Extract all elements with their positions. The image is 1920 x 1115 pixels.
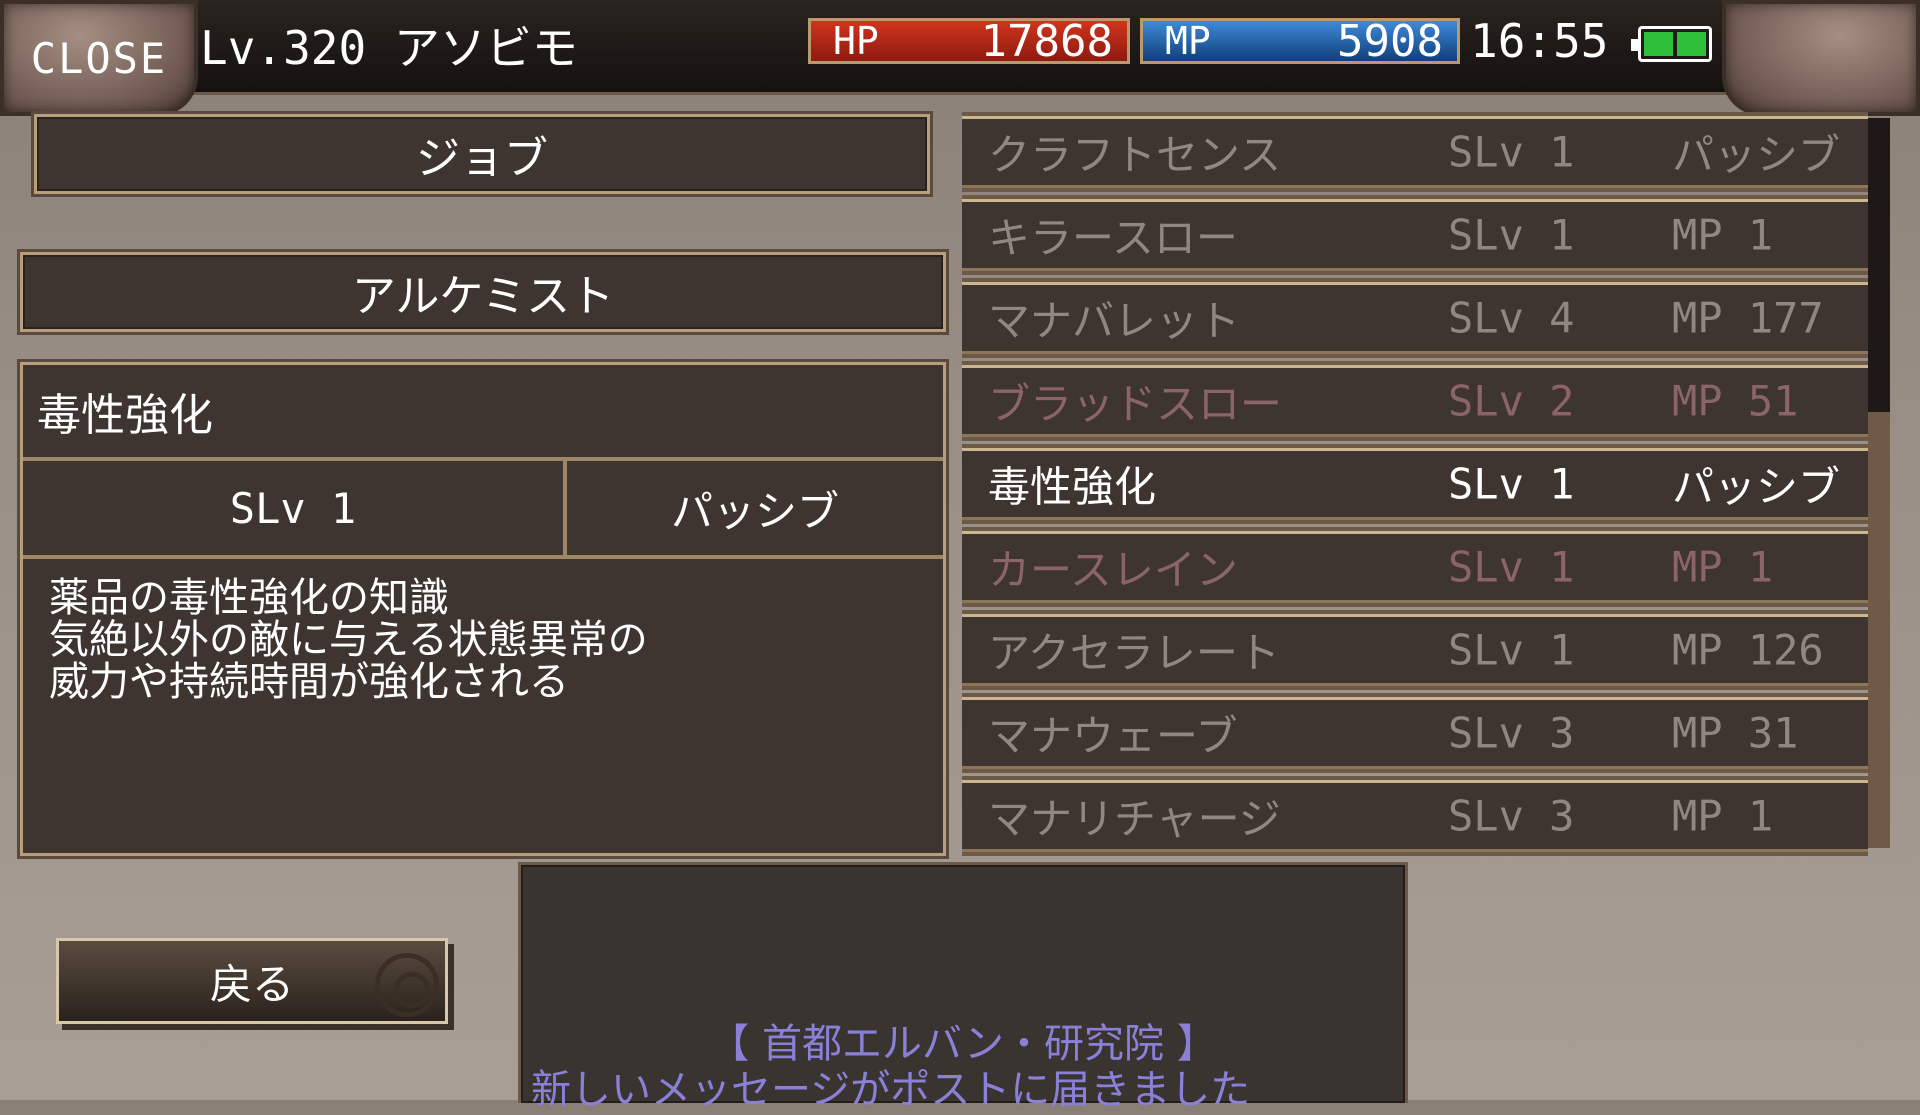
skill-name: マナウェーブ (988, 711, 1238, 761)
skill-level: SLv 1 (1448, 210, 1575, 260)
skill-name: 毒性強化 (988, 462, 1157, 512)
skill-list-scrollbar[interactable] (1868, 118, 1890, 848)
skill-level: SLv 4 (1448, 293, 1575, 343)
skill-detail-panel: 毒性強化 SLv 1 パッシブ 薬品の毒性強化の知識 気絶以外の敵に与える状態異… (20, 362, 946, 856)
mp-label: MP (1165, 19, 1211, 63)
battery-icon (1631, 26, 1712, 62)
skill-name: アクセラレート (988, 628, 1280, 678)
skill-row[interactable]: アクセラレート SLv 1 MP 126 (962, 614, 1868, 686)
skill-cost: MP 1 (1672, 210, 1774, 260)
skill-level: SLv 1 (1448, 542, 1575, 592)
skill-detail-type: パッシブ (567, 461, 943, 559)
skill-cost: MP 1 (1672, 791, 1774, 841)
skill-description-line: 気絶以外の敵に与える状態異常の (49, 617, 648, 663)
skill-cost: パッシブ (1672, 130, 1841, 180)
skill-row[interactable]: クラフトセンス SLv 1 パッシブ (962, 116, 1868, 188)
hp-value: 17868 (980, 15, 1113, 67)
job-name[interactable]: アルケミスト (20, 252, 946, 332)
skill-name: ブラッドスロー (988, 379, 1283, 429)
job-header: ジョブ (34, 114, 930, 194)
skill-level: SLv 1 (1448, 127, 1575, 177)
player-level-name: Lv.320 アソビモ (200, 21, 578, 75)
skill-level: SLv 2 (1448, 376, 1575, 426)
skill-cost: MP 31 (1672, 708, 1799, 758)
skill-row[interactable]: マナバレット SLv 4 MP 177 (962, 282, 1868, 354)
skill-description: 薬品の毒性強化の知識 気絶以外の敵に与える状態異常の 威力や持続時間が強化される (49, 577, 923, 703)
hp-gauge: HP 17868 (808, 15, 1130, 67)
skill-level: SLv 3 (1448, 791, 1575, 841)
scrollbar-thumb[interactable] (1868, 118, 1890, 412)
message-text: 新しいメッセージがポストに届きました (531, 1067, 1251, 1113)
skill-name: クラフトセンス (988, 130, 1282, 180)
skill-name: マナバレット (988, 296, 1241, 346)
skill-detail-name: 毒性強化 (23, 365, 943, 461)
mp-gauge: MP 5908 (1140, 15, 1460, 67)
skill-name: マナリチャージ (988, 794, 1281, 844)
hp-label: HP (833, 19, 879, 63)
skill-row[interactable]: マナウェーブ SLv 3 MP 31 (962, 697, 1868, 769)
skill-row[interactable]: マナリチャージ SLv 3 MP 1 (962, 780, 1868, 852)
skill-description-line: 威力や持続時間が強化される (49, 659, 569, 705)
message-window: 【 首都エルバン・研究院 】 新しいメッセージがポストに届きました (518, 862, 1408, 1113)
clock: 16:55 (1470, 14, 1609, 68)
skill-row[interactable]: ブラッドスロー SLv 2 MP 51 (962, 365, 1868, 437)
skill-level: SLv 1 (1448, 459, 1575, 509)
skill-list: クラフトセンス SLv 1 パッシブ キラースロー SLv 1 MP 1 マナバレット SLv… (962, 112, 1868, 852)
skill-cost: MP 51 (1672, 376, 1799, 426)
mp-value: 5908 (1337, 15, 1443, 67)
skill-name: キラースロー (988, 213, 1238, 263)
skill-row[interactable]: 毒性強化 SLv 1 パッシブ (962, 448, 1868, 520)
skill-detail-level: SLv 1 (23, 461, 567, 559)
skill-description-line: 薬品の毒性強化の知識 (49, 575, 449, 621)
back-button[interactable]: 戻る (56, 938, 448, 1024)
swirl-ornament-icon (375, 953, 439, 1017)
skill-row[interactable]: カースレイン SLv 1 MP 1 (962, 531, 1868, 603)
skill-row[interactable]: キラースロー SLv 1 MP 1 (962, 199, 1868, 271)
skill-name: カースレイン (988, 545, 1238, 595)
skill-level: SLv 1 (1448, 625, 1575, 675)
skill-level: SLv 3 (1448, 708, 1575, 758)
close-button[interactable]: CLOSE (0, 0, 198, 116)
skill-cost: MP 126 (1672, 625, 1824, 675)
skill-cost: MP 177 (1672, 293, 1824, 343)
corner-ornament (1722, 0, 1920, 116)
skill-cost: MP 1 (1672, 542, 1774, 592)
back-button-label: 戻る (209, 959, 294, 1009)
skill-cost: パッシブ (1672, 462, 1841, 512)
